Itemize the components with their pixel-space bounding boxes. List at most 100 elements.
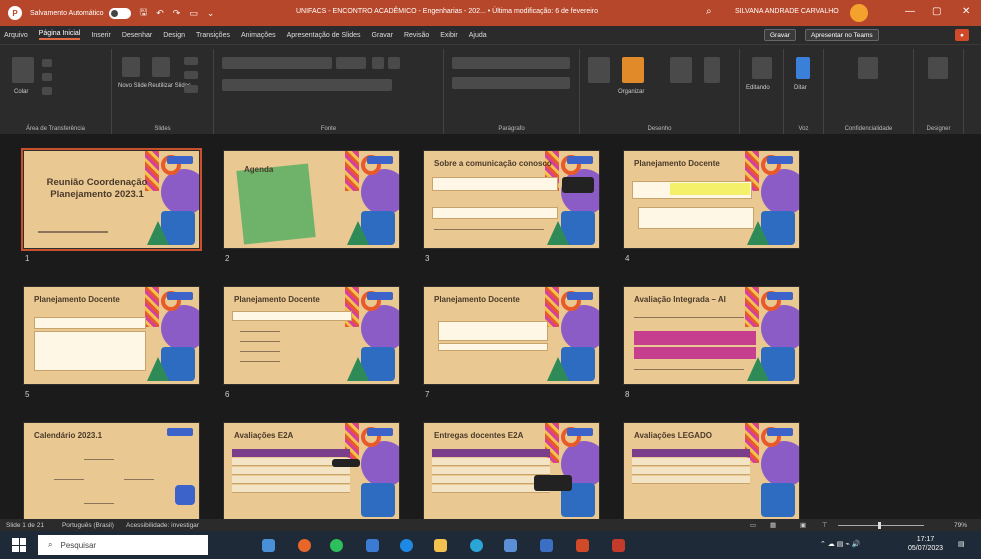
- tab-exibir[interactable]: Exibir: [440, 32, 458, 39]
- present-teams-button[interactable]: Apresentar no Teams: [805, 29, 879, 41]
- copy-icon[interactable]: [42, 73, 52, 81]
- quick-access-more-icon[interactable]: ⌄: [207, 8, 215, 19]
- clock[interactable]: 17:17 05/07/2023: [908, 535, 943, 553]
- undo-icon[interactable]: ↶: [156, 8, 164, 19]
- redo-icon[interactable]: ↷: [173, 8, 181, 19]
- group-drawing: Organizar Desenho: [580, 49, 740, 135]
- autosave-toggle[interactable]: [108, 7, 131, 19]
- reuse-slides-icon[interactable]: [152, 57, 170, 77]
- tab-transicoes[interactable]: Transições: [196, 32, 230, 39]
- new-slide-icon[interactable]: [122, 57, 140, 77]
- whatsapp-icon[interactable]: [330, 539, 343, 552]
- system-tray-icons[interactable]: ⌃ ☁ ▤ ⌁ 🔊: [820, 540, 860, 548]
- close-icon[interactable]: ✕: [962, 6, 970, 17]
- cut-icon[interactable]: [42, 59, 52, 67]
- tab-arquivo[interactable]: Arquivo: [4, 32, 28, 39]
- powerpoint-taskbar-icon[interactable]: [576, 539, 589, 552]
- normal-view-icon[interactable]: ▭: [750, 521, 756, 529]
- paste-icon[interactable]: [12, 57, 34, 83]
- quick-styles-icon[interactable]: [670, 57, 692, 83]
- search-icon[interactable]: ⌕: [706, 6, 712, 17]
- find-icon[interactable]: [752, 57, 772, 79]
- tab-revisao[interactable]: Revisão: [404, 32, 429, 39]
- start-presentation-icon[interactable]: ▭: [189, 8, 198, 19]
- list-buttons[interactable]: [452, 57, 570, 69]
- slide-thumbnail-11[interactable]: Entregas docentes E2A: [423, 422, 600, 519]
- title-bar: P Salvamento Automático 🖫 ↶ ↷ ▭ ⌄ UNIFAC…: [0, 0, 981, 26]
- slide-thumbnail-2[interactable]: Agenda: [223, 150, 400, 249]
- maximize-icon[interactable]: ▢: [932, 6, 941, 17]
- tab-apresentacao[interactable]: Apresentação de Slides: [287, 32, 361, 39]
- group-sensitivity: Confidencialidade: [824, 49, 914, 135]
- font-size-select[interactable]: [336, 57, 366, 69]
- task-view-icon[interactable]: [262, 539, 275, 552]
- notifications-icon[interactable]: ▤: [958, 540, 965, 548]
- reset-icon[interactable]: [184, 71, 198, 79]
- tab-gravar[interactable]: Gravar: [372, 32, 393, 39]
- layout-icon[interactable]: [184, 57, 198, 65]
- save-icon[interactable]: 🖫: [140, 5, 148, 21]
- edge-icon[interactable]: [400, 539, 413, 552]
- user-name[interactable]: SILVANA ANDRADE CARVALHO: [735, 8, 839, 15]
- zoom-level[interactable]: 79%: [954, 522, 967, 529]
- arrange-icon[interactable]: [622, 57, 644, 83]
- windows-taskbar: ⌕ Pesquisar ⌃ ☁ ▤ ⌁ 🔊 17:17 05/07/2023 ▤: [0, 531, 981, 559]
- shapes-icon[interactable]: [588, 57, 610, 83]
- slide-thumbnail-7[interactable]: Planejamento Docente: [423, 286, 600, 385]
- slide-thumbnail-5[interactable]: Planejamento Docente: [23, 286, 200, 385]
- slide-thumbnail-10[interactable]: Avaliações E2A: [223, 422, 400, 519]
- slide-thumbnail-9[interactable]: Calendário 2023.1: [23, 422, 200, 519]
- slide-number: 1: [25, 254, 30, 263]
- language-status[interactable]: Português (Brasil): [62, 522, 114, 529]
- tab-ajuda[interactable]: Ajuda: [469, 32, 487, 39]
- slide-thumbnail-1[interactable]: Reunião Coordenação Planejamento 2023.1: [21, 148, 202, 251]
- windows-start-icon[interactable]: [12, 538, 26, 552]
- slideshow-icon[interactable]: ⊤: [822, 521, 828, 529]
- file-explorer-icon[interactable]: [434, 539, 447, 552]
- microphone-icon[interactable]: [796, 57, 810, 79]
- document-title[interactable]: UNIFACS - ENCONTRO ACADÊMICO - Engenhari…: [296, 8, 598, 15]
- avatar[interactable]: [850, 4, 868, 22]
- taskbar-search-input[interactable]: ⌕ Pesquisar: [38, 535, 208, 555]
- slide-thumbnail-8[interactable]: Avaliação Integrada – AI: [623, 286, 800, 385]
- tab-desenhar[interactable]: Desenhar: [122, 32, 152, 39]
- firefox-icon[interactable]: [298, 539, 311, 552]
- group-label-drawing: Desenho: [647, 126, 672, 132]
- acrobat-icon[interactable]: [612, 539, 625, 552]
- slide-sorter-icon[interactable]: ▦: [770, 521, 776, 529]
- tab-pagina-inicial[interactable]: Página Inicial: [38, 30, 81, 40]
- status-bar: Slide 1 de 21 Português (Brasil) Acessib…: [0, 519, 981, 531]
- decrease-font-icon[interactable]: [388, 57, 400, 69]
- minimize-icon[interactable]: —: [905, 6, 915, 17]
- zoom-slider-thumb[interactable]: [878, 522, 881, 529]
- record-icon[interactable]: ●: [955, 29, 969, 41]
- slide-thumbnail-4[interactable]: Planejamento Docente: [623, 150, 800, 249]
- settings-icon[interactable]: [504, 539, 517, 552]
- group-label-designer: Designer: [926, 126, 951, 132]
- slide-thumbnail-6[interactable]: Planejamento Docente: [223, 286, 400, 385]
- tab-animacoes[interactable]: Animações: [241, 32, 276, 39]
- word-icon[interactable]: [540, 539, 553, 552]
- shape-fill-icon[interactable]: [704, 57, 720, 83]
- reading-view-icon[interactable]: ▣: [800, 521, 806, 529]
- paste-label: Colar: [14, 89, 29, 95]
- slide-thumbnail-3[interactable]: Sobre a comunicação conosco: [423, 150, 600, 249]
- tab-design[interactable]: Design: [163, 32, 185, 39]
- designer-icon[interactable]: [928, 57, 948, 79]
- section-icon[interactable]: [184, 85, 198, 93]
- tab-inserir[interactable]: Inserir: [91, 32, 110, 39]
- zoom-slider[interactable]: [838, 525, 924, 526]
- font-format-buttons[interactable]: [222, 79, 392, 91]
- align-buttons[interactable]: [452, 77, 570, 89]
- new-slide-label: Novo Slide: [118, 83, 148, 89]
- slide-number: 2: [225, 254, 230, 263]
- sensitivity-icon[interactable]: [858, 57, 878, 79]
- accessibility-status[interactable]: Acessibilidade: investigar: [126, 522, 199, 529]
- increase-font-icon[interactable]: [372, 57, 384, 69]
- teams-icon[interactable]: [366, 539, 379, 552]
- record-button[interactable]: Gravar: [764, 29, 796, 41]
- format-painter-icon[interactable]: [42, 87, 52, 95]
- chrome-icon[interactable]: [470, 539, 483, 552]
- slide-thumbnail-12[interactable]: Avaliações LEGADO: [623, 422, 800, 519]
- font-family-select[interactable]: [222, 57, 332, 69]
